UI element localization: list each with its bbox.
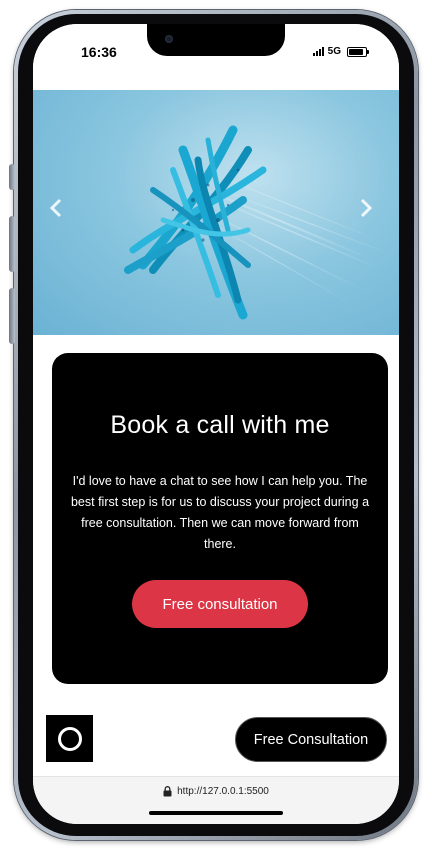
volume-up-button — [9, 216, 15, 272]
mute-switch — [9, 164, 15, 190]
carousel-next-button[interactable] — [359, 198, 383, 226]
footer-consultation-button[interactable]: Free Consultation — [235, 717, 387, 762]
site-logo[interactable] — [46, 715, 93, 762]
free-consultation-button[interactable]: Free consultation — [132, 580, 308, 628]
url-display[interactable]: http://127.0.0.1:5500 — [33, 786, 399, 797]
front-camera-icon — [165, 35, 173, 43]
card-title: Book a call with me — [110, 411, 330, 439]
ring-logo-icon — [57, 726, 82, 751]
hero-carousel[interactable] — [33, 90, 399, 335]
phone-screen: 16:36 5G Book a call with me I'd love to… — [33, 24, 399, 824]
battery-fill — [349, 48, 363, 55]
volume-down-button — [9, 288, 15, 344]
card-description: I'd love to have a chat to see how I can… — [70, 474, 370, 551]
status-bar: 16:36 5G — [33, 24, 399, 90]
status-indicators: 5G — [312, 46, 369, 57]
url-text: http://127.0.0.1:5500 — [177, 786, 269, 797]
lock-icon — [163, 786, 172, 797]
browser-url-bar[interactable]: http://127.0.0.1:5500 — [33, 776, 399, 824]
network-label: 5G — [327, 46, 341, 57]
battery-icon — [347, 46, 369, 57]
booking-card: Book a call with me I'd love to have a c… — [52, 353, 388, 684]
hero-image — [124, 125, 394, 320]
signal-icon — [312, 47, 324, 56]
chevron-left-icon — [49, 198, 62, 218]
home-indicator[interactable] — [149, 811, 283, 815]
carousel-prev-button[interactable] — [49, 198, 73, 226]
notch — [147, 24, 285, 56]
status-time: 16:36 — [81, 44, 117, 60]
chevron-right-icon — [360, 198, 373, 218]
